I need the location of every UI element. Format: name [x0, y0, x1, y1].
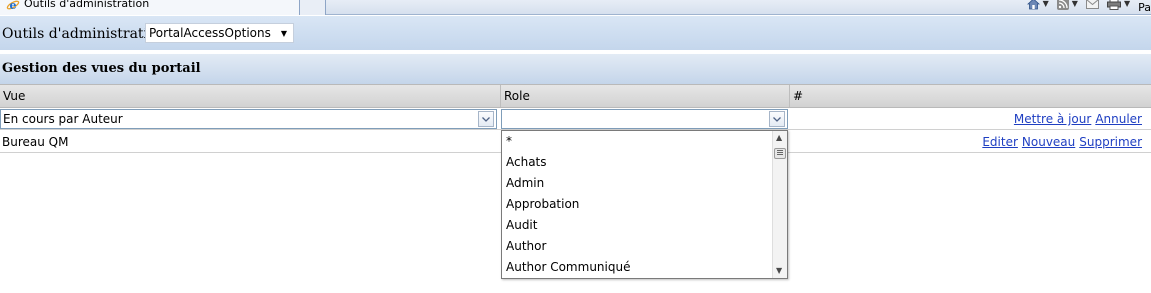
- scrollbar-thumb[interactable]: [774, 148, 786, 159]
- browser-tab-strip: e Outils d'administration ▼ ▼ ▼ Pa: [0, 0, 1151, 15]
- role-select[interactable]: [501, 109, 788, 129]
- vue-select[interactable]: En cours par Auteur: [0, 109, 497, 129]
- column-header-vue[interactable]: Vue: [0, 85, 501, 107]
- print-icon: [1106, 0, 1121, 10]
- role-option[interactable]: *: [506, 131, 512, 152]
- home-icon: [1026, 0, 1040, 10]
- admin-tools-select-value: PortalAccessOptions: [149, 26, 271, 40]
- vue-select-value: En cours par Auteur: [3, 112, 123, 126]
- browser-command-bar: ▼ ▼ ▼ Pa: [1019, 0, 1151, 15]
- admin-tools-bar: Outils d'administration : PortalAccessOp…: [0, 16, 1151, 52]
- rss-feed-icon: [1056, 0, 1069, 10]
- ie-logo-icon: e: [6, 0, 20, 12]
- role-select-dropdown-button[interactable]: [769, 111, 785, 127]
- mail-icon: [1085, 0, 1099, 9]
- role-option[interactable]: Audit: [506, 215, 537, 236]
- row-actions: Editer Nouveau Supprimer: [982, 135, 1142, 149]
- print-button[interactable]: ▼: [1106, 0, 1131, 11]
- section-header: Gestion des vues du portail: [0, 54, 1151, 84]
- role-option[interactable]: Admin: [506, 173, 544, 194]
- chevron-down-icon: ▼: [280, 28, 288, 38]
- update-link[interactable]: Mettre à jour: [1014, 112, 1091, 126]
- chevron-down-icon: [773, 116, 781, 122]
- role-option[interactable]: Achats: [506, 152, 547, 173]
- mail-button[interactable]: [1085, 0, 1099, 11]
- cancel-link[interactable]: Annuler: [1095, 112, 1142, 126]
- chevron-down-icon: ▼: [1123, 0, 1131, 8]
- vue-cell: Bureau QM: [2, 135, 69, 149]
- delete-link[interactable]: Supprimer: [1079, 135, 1142, 149]
- role-option[interactable]: Author Communiqué: [506, 257, 630, 278]
- admin-tools-select[interactable]: PortalAccessOptions ▼: [145, 23, 294, 43]
- role-option[interactable]: Approbation: [506, 194, 579, 215]
- page-menu-button[interactable]: Pa: [1138, 1, 1151, 14]
- role-option[interactable]: Author: [506, 236, 546, 257]
- rss-feed-button[interactable]: ▼: [1056, 0, 1078, 11]
- dropdown-scrollbar[interactable]: ▲ ▼: [772, 131, 787, 278]
- chevron-down-icon: ▼: [1042, 0, 1049, 8]
- edit-link[interactable]: Editer: [982, 135, 1018, 149]
- column-header-number: #: [793, 89, 804, 103]
- edit-row-actions: Mettre à jour Annuler: [1014, 112, 1142, 126]
- new-tab-button[interactable]: [300, 0, 326, 15]
- section-title: Gestion des vues du portail: [2, 61, 201, 76]
- role-dropdown-list: * Achats Admin Approbation Audit Author …: [501, 130, 788, 279]
- home-button[interactable]: ▼: [1026, 0, 1049, 11]
- chevron-down-icon: ▼: [1071, 0, 1078, 8]
- table-row-edit: En cours par Auteur Mettre à jour Annule…: [0, 108, 1151, 130]
- tab-title: Outils d'administration: [24, 0, 150, 10]
- grid-header: Vue Role #: [0, 84, 1151, 108]
- chevron-down-icon: [482, 116, 490, 122]
- scroll-down-icon[interactable]: ▼: [776, 266, 782, 275]
- new-link[interactable]: Nouveau: [1022, 135, 1075, 149]
- browser-tab[interactable]: e Outils d'administration: [0, 0, 300, 15]
- scroll-up-icon[interactable]: ▲: [776, 133, 782, 142]
- vue-select-dropdown-button[interactable]: [478, 111, 494, 127]
- svg-text:e: e: [10, 0, 17, 12]
- column-header-role[interactable]: Role: [501, 85, 790, 107]
